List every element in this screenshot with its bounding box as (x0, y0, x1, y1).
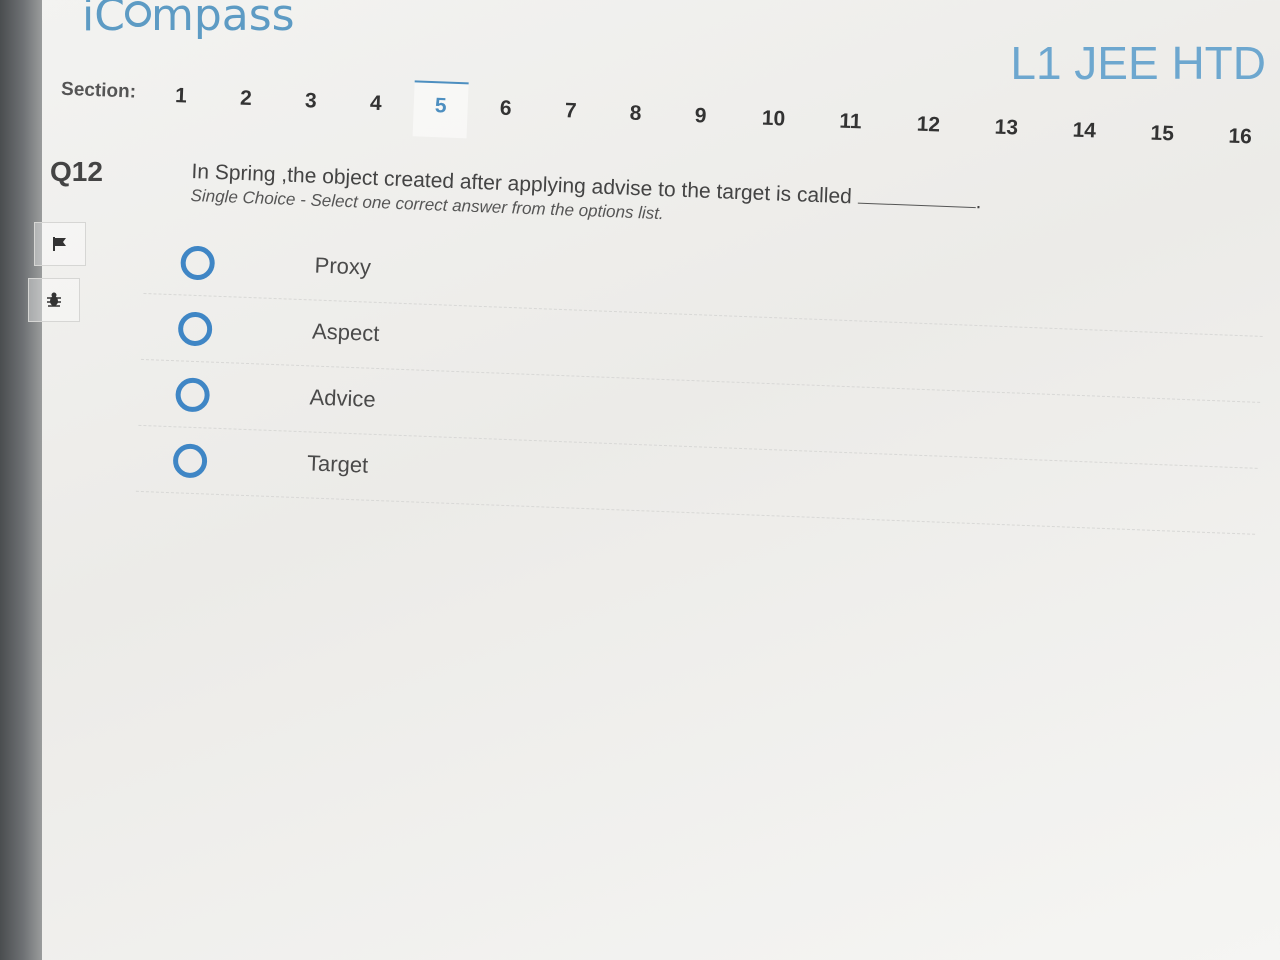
section-tab-4[interactable]: 4 (348, 88, 403, 130)
section-tab-12[interactable]: 12 (900, 109, 955, 151)
flag-icon (53, 237, 66, 251)
section-tab-1[interactable]: 1 (153, 80, 208, 122)
section-tab-5[interactable]: 5 (412, 80, 469, 139)
section-tab-15[interactable]: 15 (1134, 118, 1189, 160)
option-label: Aspect (311, 318, 380, 347)
option-label: Target (306, 450, 369, 478)
radio-button[interactable] (177, 311, 213, 347)
section-tab-8[interactable]: 8 (608, 98, 663, 140)
section-tab-9[interactable]: 9 (673, 100, 728, 142)
section-label: Section: (60, 78, 137, 103)
radio-button[interactable] (174, 377, 211, 413)
answer-options: Proxy Aspect Advice Target (135, 228, 1266, 535)
report-bug-button[interactable] (28, 278, 80, 322)
bug-icon (47, 292, 61, 307)
question-number: Q12 (50, 156, 103, 187)
monitor-bezel (0, 0, 42, 960)
section-tab-10[interactable]: 10 (746, 103, 801, 145)
logo-suffix: mpass (150, 0, 295, 41)
section-tab-3[interactable]: 3 (283, 85, 338, 127)
radio-button[interactable] (180, 245, 216, 281)
section-tab-7[interactable]: 7 (543, 95, 598, 137)
radio-button[interactable] (172, 443, 208, 479)
section-tab-6[interactable]: 6 (478, 93, 533, 135)
section-tab-2[interactable]: 2 (218, 83, 273, 125)
option-label: Advice (309, 384, 377, 412)
option-label: Proxy (314, 252, 372, 280)
answer-blank (857, 202, 976, 209)
logo-prefix: iC (82, 0, 125, 41)
compass-icon (124, 1, 151, 27)
icompass-logo: iC mpass (82, 0, 295, 41)
flag-question-button[interactable] (34, 222, 86, 266)
section-tab-11[interactable]: 11 (823, 106, 878, 148)
section-tab-16[interactable]: 16 (1212, 121, 1267, 163)
section-tab-13[interactable]: 13 (978, 112, 1033, 154)
course-title: L1 JEE HTD (1010, 37, 1266, 89)
section-tab-14[interactable]: 14 (1056, 115, 1111, 157)
exam-screen: iC mpass L1 JEE HTD Section: 1 2 3 4 5 6 7 8 9 10 1… (28, 0, 1280, 960)
question-end-punct: . (975, 190, 982, 214)
